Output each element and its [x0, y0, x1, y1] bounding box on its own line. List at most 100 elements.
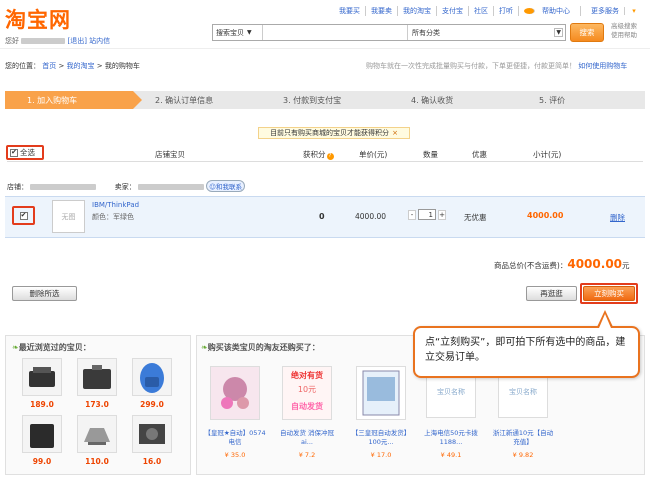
- welcome-text: 您好: [5, 37, 19, 45]
- nav-more[interactable]: 更多服务 ▾: [581, 6, 646, 16]
- recommendations-title-text: 购买该类宝贝的淘友还购买了：: [207, 343, 320, 352]
- nav-help[interactable]: 帮助中心: [519, 6, 581, 16]
- nav-community[interactable]: 社区: [469, 6, 494, 16]
- rec-title-1[interactable]: 【皇冠★自动】0574电信: [203, 429, 267, 447]
- step-add-to-cart: 1. 加入购物车: [5, 91, 142, 109]
- rec-title-4[interactable]: 上海电信50元卡拨1188...: [419, 429, 483, 447]
- category-select[interactable]: 所有分类 ▼: [409, 25, 565, 40]
- rec-title-3[interactable]: 【三皇冠自动发货】100元...: [349, 429, 413, 447]
- category-label: 所有分类: [412, 28, 440, 37]
- rec-price-1: ¥ 35.0: [224, 451, 246, 459]
- col-subtotal: 小计(元): [533, 150, 562, 159]
- nav-buy[interactable]: 我要买: [334, 6, 366, 16]
- search-scope-select[interactable]: 搜索宝贝 ▼: [213, 25, 263, 40]
- recent-thumb-5[interactable]: [77, 415, 117, 453]
- cooling-pad-icon: [139, 424, 165, 444]
- search-button[interactable]: 搜索: [570, 23, 604, 42]
- total-value: 4000.00: [567, 257, 623, 271]
- col-unit-price: 单价(元): [359, 150, 388, 159]
- cart-tip: 购物车就在一次性完成批量购买与付款，下单更便捷，付款更简单！ 如何使用购物车: [366, 61, 627, 71]
- step-confirm-receipt: 4. 确认收货: [411, 95, 454, 105]
- search-input[interactable]: [265, 25, 408, 40]
- rec-image-3[interactable]: [356, 366, 406, 420]
- continue-shopping-button[interactable]: 再逛逛: [526, 286, 577, 301]
- rec-banner-text-2: 10元: [297, 385, 317, 394]
- laptop-stand-icon: [84, 428, 110, 445]
- checkout-steps: 1. 加入购物车 2. 确认订单信息 3. 付款到支付宝 4. 确认收货 5. …: [5, 91, 645, 109]
- item-name-link[interactable]: IBM/ThinkPad: [92, 201, 139, 209]
- rec-title-5[interactable]: 浙江新通10元【自动充值】: [491, 429, 555, 447]
- nav-sell[interactable]: 我要卖: [366, 6, 398, 16]
- recent-thumb-6[interactable]: [132, 415, 172, 453]
- nav-ask[interactable]: 打听: [494, 6, 519, 16]
- delete-item-link[interactable]: 删除: [610, 212, 625, 223]
- rec-price-4: ¥ 49.1: [440, 451, 462, 459]
- taobao-logo[interactable]: 淘宝网: [5, 4, 71, 34]
- select-all-checkbox[interactable]: ✔ 全选: [6, 145, 44, 160]
- qty-input[interactable]: 1: [418, 209, 436, 220]
- recent-price-3: 299.0: [140, 400, 164, 409]
- contact-seller-label: 和我联系: [215, 183, 242, 191]
- recent-thumb-2[interactable]: [77, 358, 117, 396]
- qty-plus-button[interactable]: +: [438, 209, 446, 220]
- chat-icon: ☺: [209, 183, 216, 191]
- bag-icon: [29, 367, 55, 387]
- usage-help-link[interactable]: 使用帮助: [611, 31, 637, 40]
- bag-icon: [83, 365, 111, 389]
- advanced-search-link[interactable]: 高级搜索: [611, 22, 637, 31]
- item-image-placeholder[interactable]: 无图: [52, 200, 85, 233]
- item-checkbox[interactable]: ✔: [12, 206, 35, 225]
- step-pay: 3. 付款到支付宝: [283, 95, 342, 105]
- step-confirm-order: 2. 确认订单信息: [155, 95, 214, 105]
- backpack-icon: [140, 363, 164, 393]
- breadcrumb-home[interactable]: 首页: [42, 62, 56, 70]
- username-redacted: [21, 38, 66, 44]
- inbox-link[interactable]: 站内信: [89, 37, 110, 45]
- leaf-icon: ❧: [201, 343, 208, 352]
- recent-thumb-3[interactable]: [132, 358, 172, 396]
- question-icon[interactable]: ?: [326, 153, 334, 160]
- shop-row: 店铺： 卖家： ☺和我联系: [7, 180, 245, 192]
- search-scope-label: 搜索宝贝: [216, 28, 244, 37]
- breadcrumb-my-taobao[interactable]: 我的淘宝: [67, 62, 95, 70]
- top-nav: 我要买 我要卖 我的淘宝 支付宝 社区 打听 帮助中心 更多服务 ▾: [334, 6, 646, 16]
- recommendations-title: ❧购买该类宝贝的淘友还购买了：: [201, 342, 320, 353]
- recent-thumb-4[interactable]: [22, 415, 62, 453]
- total-unit: 元: [622, 261, 630, 270]
- rec-title-2[interactable]: 自动发货 消保冲冠 ai...: [275, 429, 339, 447]
- phone-card-image: [362, 370, 400, 416]
- search-help-links: 高级搜索 使用帮助: [611, 22, 637, 40]
- rec-banner-text-3: 自动发货: [291, 402, 323, 411]
- recently-viewed-title-text: 最近浏览过的宝贝：: [18, 343, 91, 352]
- col-points-label: 获积分: [303, 150, 326, 159]
- rec-placeholder-5: 宝贝名称: [509, 388, 537, 396]
- buy-now-button[interactable]: 立刻购买: [583, 286, 635, 301]
- recent-thumb-1[interactable]: [22, 358, 62, 396]
- help-label: 帮助中心: [542, 7, 570, 15]
- breadcrumb-current: 我的购物车: [104, 62, 140, 70]
- rec-image-2[interactable]: 绝对有货 10元 自动发货: [282, 366, 332, 420]
- qty-minus-button[interactable]: -: [408, 209, 416, 220]
- seller-name-redacted[interactable]: [137, 184, 204, 190]
- tutorial-callout: 点“立刻购买”，即可拍下所有选中的商品，建立交易订单。: [413, 326, 640, 378]
- shop-label: 店铺：: [7, 183, 28, 191]
- logout-link[interactable]: [退出]: [67, 37, 86, 45]
- chevron-down-icon: ▾: [630, 7, 636, 15]
- how-to-use-cart-link[interactable]: 如何使用购物车: [578, 62, 627, 70]
- close-icon[interactable]: ×: [392, 129, 398, 137]
- contact-seller-button[interactable]: ☺和我联系: [206, 180, 245, 192]
- rec-price-2: ¥ 7.2: [298, 451, 316, 459]
- item-subtotal: 4000.00: [527, 211, 564, 220]
- delete-selected-button[interactable]: 删除所选: [12, 286, 77, 301]
- chevron-down-icon: ▼: [554, 28, 563, 37]
- phone-card-image: [211, 367, 259, 419]
- breadcrumb: 您的位置： 首页 > 我的淘宝 > 我的购物车: [5, 62, 140, 70]
- nav-my-taobao[interactable]: 我的淘宝: [398, 6, 437, 16]
- rec-image-1[interactable]: [210, 366, 260, 420]
- nav-alipay[interactable]: 支付宝: [437, 6, 469, 16]
- select-all-label: 全选: [20, 148, 35, 157]
- points-notice-text: 目前只有购买商城的宝贝才能获得积分: [270, 129, 390, 137]
- shop-name-redacted[interactable]: [30, 184, 97, 190]
- callout-tail-inner: [599, 314, 611, 328]
- more-label: 更多服务: [586, 7, 625, 15]
